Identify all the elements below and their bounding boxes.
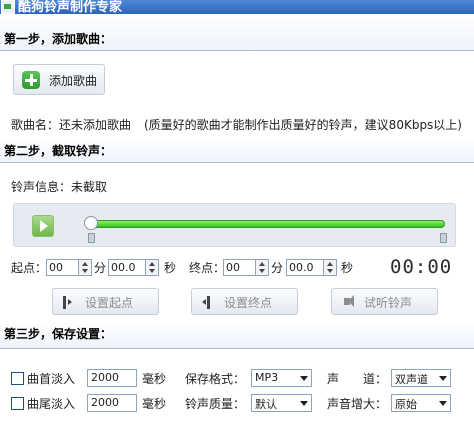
- fade-in-unit: 毫秒: [142, 372, 167, 386]
- fade-in-label: 曲首淡入: [27, 372, 76, 386]
- arrow-right-icon: [68, 299, 72, 305]
- set-end-icon: [207, 296, 210, 309]
- format-select[interactable]: MP3: [251, 369, 312, 387]
- start-second-value: 00.0: [111, 261, 136, 274]
- quality-value: 默认: [255, 398, 277, 411]
- preview-ringtone-label: 试听铃声: [364, 296, 413, 310]
- set-start-icon: [63, 296, 66, 309]
- fade-in-input[interactable]: 2000: [87, 369, 137, 387]
- end-second-value: 00.0: [289, 261, 314, 274]
- spinner-arrows-icon[interactable]: [78, 260, 91, 275]
- channel-label: 声 道：: [327, 372, 388, 386]
- ringtone-info-label: 铃声信息：: [11, 180, 72, 194]
- set-end-label: 设置终点: [224, 296, 273, 310]
- time-display: 00:00: [390, 256, 453, 278]
- channel-select[interactable]: 双声道: [391, 369, 451, 387]
- preview-ringtone-button[interactable]: 试听铃声: [331, 288, 438, 315]
- app-icon: [1, 0, 15, 14]
- start-label: 起点：: [11, 261, 48, 275]
- ringtone-info-value: 未截取: [71, 180, 108, 194]
- set-start-label: 设置起点: [85, 296, 134, 310]
- arrow-left-icon: [202, 299, 206, 305]
- divider: [0, 348, 474, 349]
- song-quality-hint: (质量好的歌曲才能制作出质量好的铃声，建议80Kbps以上): [144, 118, 462, 132]
- fade-in-value: 2000: [91, 371, 119, 384]
- end-minute-spinner[interactable]: 00: [223, 259, 269, 276]
- chevron-down-icon[interactable]: [297, 396, 310, 410]
- trim-range-track[interactable]: [92, 220, 445, 228]
- format-label: 保存格式：: [185, 372, 246, 386]
- play-button[interactable]: [32, 215, 54, 237]
- add-song-button[interactable]: 添加歌曲: [13, 64, 105, 95]
- divider: [0, 162, 474, 163]
- set-start-button[interactable]: 设置起点: [52, 288, 159, 315]
- fade-out-value: 2000: [91, 396, 119, 409]
- spinner-arrows-icon[interactable]: [323, 260, 336, 275]
- song-name-value: 还未添加歌曲: [59, 118, 132, 132]
- start-minute-unit: 分: [94, 261, 107, 275]
- title-bar: 酷狗铃声制作专家: [0, 0, 474, 14]
- fade-out-input[interactable]: 2000: [87, 394, 137, 412]
- end-second-spinner[interactable]: 00.0: [286, 259, 337, 276]
- chevron-down-icon[interactable]: [297, 371, 310, 385]
- divider: [0, 50, 474, 51]
- start-second-unit: 秒: [164, 261, 177, 275]
- speaker-icon: [344, 295, 354, 307]
- end-minute-unit: 分: [271, 261, 284, 275]
- spinner-arrows-icon[interactable]: [255, 260, 268, 275]
- song-name-label: 歌曲名：: [11, 118, 60, 132]
- channel-value: 双声道: [395, 373, 428, 386]
- fade-out-label: 曲尾淡入: [27, 397, 76, 411]
- start-marker-icon[interactable]: [88, 233, 95, 243]
- set-end-button[interactable]: 设置终点: [191, 288, 298, 315]
- step3-heading: 第三步，保存设置：: [4, 327, 113, 341]
- fade-out-checkbox[interactable]: [11, 397, 24, 410]
- quality-label: 铃声质量：: [185, 397, 246, 411]
- end-second-unit: 秒: [341, 261, 354, 275]
- spinner-arrows-icon[interactable]: [145, 260, 158, 275]
- start-minute-value: 00: [49, 261, 63, 274]
- step2-heading: 第二步，截取铃声：: [4, 144, 113, 158]
- chevron-down-icon[interactable]: [436, 396, 449, 410]
- step1-heading: 第一步，添加歌曲：: [4, 32, 113, 46]
- quality-select[interactable]: 默认: [251, 394, 312, 412]
- fade-in-checkbox[interactable]: [11, 372, 24, 385]
- add-icon: [22, 71, 40, 89]
- gain-value: 原始: [395, 398, 417, 411]
- window-title: 酷狗铃声制作专家: [18, 0, 123, 14]
- gain-select[interactable]: 原始: [391, 394, 451, 412]
- start-second-spinner[interactable]: 00.0: [108, 259, 159, 276]
- start-minute-spinner[interactable]: 00: [46, 259, 92, 276]
- format-value: MP3: [255, 371, 279, 384]
- start-slider-handle[interactable]: [84, 216, 98, 230]
- player-panel: [13, 203, 456, 247]
- fade-out-unit: 毫秒: [142, 397, 167, 411]
- end-marker-icon[interactable]: [440, 233, 447, 243]
- end-label: 终点：: [189, 261, 226, 275]
- gain-label: 声音增大：: [327, 397, 388, 411]
- end-minute-value: 00: [226, 261, 240, 274]
- add-song-label: 添加歌曲: [49, 74, 98, 88]
- chevron-down-icon[interactable]: [436, 371, 449, 385]
